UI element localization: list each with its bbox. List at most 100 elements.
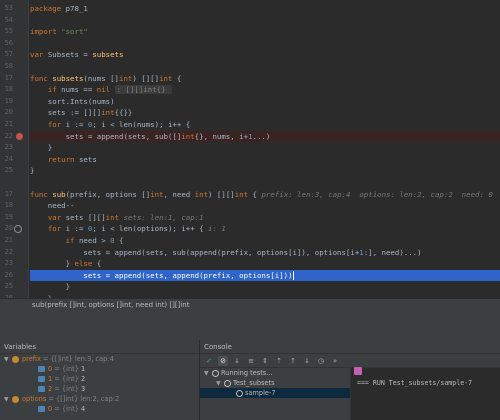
- collapse-all-icon[interactable]: ⇡: [274, 356, 284, 366]
- code-token: {: [114, 236, 124, 245]
- variable-row[interactable]: ▼ prefix = {[]int} len:3, cap:4: [0, 354, 199, 364]
- code-token: append: [172, 270, 200, 280]
- line-number: 22: [4, 247, 13, 256]
- debug-step-icon[interactable]: [14, 225, 22, 234]
- code-line[interactable]: } else {: [30, 258, 500, 269]
- code-line[interactable]: return sets: [30, 154, 500, 165]
- next-failed-icon[interactable]: ↓: [302, 356, 312, 366]
- test-running-icon: [224, 379, 231, 387]
- code-line[interactable]: [30, 177, 500, 188]
- code-token: need >: [78, 236, 111, 245]
- code-token: int: [181, 131, 195, 141]
- stop-icon[interactable]: ⊘: [218, 355, 228, 366]
- code-token: :], need)...): [363, 247, 422, 257]
- editor-gutter[interactable]: 53 54 55 56 57 58 17 18 19 20 21 22 23 24 25 17 18 19 20 21…: [0, 0, 28, 298]
- code-line[interactable]: sets = append(sets, sub(append(prefix, o…: [30, 247, 500, 258]
- code-token: p78_1: [65, 4, 88, 13]
- code-token: append: [114, 270, 142, 280]
- code-token: int: [105, 212, 124, 222]
- test-tree[interactable]: ▼ Running tests... ▼ Test_subsets sample-7: [200, 368, 350, 420]
- console-tab[interactable]: Console: [200, 340, 500, 354]
- variables-tree[interactable]: ▼ prefix = {[]int} len:3, cap:4 0 = {int} …: [0, 354, 199, 414]
- line-number: 20: [4, 224, 13, 233]
- code-token: subsets: [92, 50, 124, 60]
- function-signature-hint: sub(prefix []int, options []int, need in…: [0, 298, 500, 312]
- expand-all-icon[interactable]: ⇕: [260, 356, 270, 366]
- console-output[interactable]: === RUN Test_subsets/sample-7: [350, 368, 500, 420]
- line-number: 19: [4, 212, 13, 221]
- code-token: int: [150, 189, 164, 199]
- variable-row[interactable]: 0 = {int} 4: [0, 404, 199, 414]
- code-line[interactable]: sort.Ints(nums): [30, 96, 500, 107]
- test-tree-item[interactable]: sample-7: [200, 388, 350, 398]
- variable-row[interactable]: 0 = {int} 1: [0, 364, 199, 374]
- code-token: sets = append(sets, sub([]: [30, 131, 182, 141]
- variable-row[interactable]: 2 = {int} 3: [0, 384, 199, 394]
- code-line[interactable]: import "sort": [30, 26, 500, 37]
- code-line[interactable]: sets = append(sets, append(prefix, optio…: [30, 269, 500, 281]
- code-line[interactable]: for i := 0; i < len(nums); i++ {: [30, 119, 500, 130]
- code-line[interactable]: }: [30, 142, 500, 153]
- code-line[interactable]: need--: [30, 200, 500, 211]
- history-icon[interactable]: ◷: [316, 356, 326, 366]
- code-line[interactable]: [30, 38, 500, 49]
- code-token: i: 1: [208, 224, 226, 234]
- chevron-down-icon[interactable]: ▼: [204, 369, 212, 379]
- code-token: }: [30, 282, 71, 292]
- line-number: 26: [4, 270, 13, 279]
- code-line[interactable]: }: [30, 165, 500, 176]
- code-token: if: [47, 85, 62, 95]
- code-token: ...): [252, 131, 271, 141]
- code-token: int: [194, 189, 209, 199]
- line-number: 54: [4, 15, 13, 24]
- line-number: 53: [4, 4, 13, 12]
- test-tree-item[interactable]: ▼ Running tests...: [200, 368, 350, 378]
- variable-field-icon: [38, 366, 45, 372]
- code-token: var: [30, 50, 48, 60]
- code-token: else: [74, 259, 97, 269]
- code-line[interactable]: sets = append(sets, sub([]int{}, nums, i…: [30, 130, 500, 142]
- test-tree-item[interactable]: ▼ Test_subsets: [200, 378, 350, 388]
- code-token: nums ==: [61, 85, 97, 95]
- chevron-down-icon[interactable]: ▼: [216, 379, 224, 389]
- prev-failed-icon[interactable]: ↑: [288, 356, 298, 366]
- variable-row[interactable]: 1 = {int} 2: [0, 374, 199, 384]
- code-token: (prefix, options[i])): [199, 270, 293, 280]
- sort-duration-icon[interactable]: ≡: [246, 356, 256, 366]
- code-line[interactable]: if need > 0 {: [30, 235, 500, 246]
- breakpoint-icon[interactable]: [16, 132, 23, 140]
- line-number: 56: [4, 38, 13, 47]
- code-line[interactable]: [30, 61, 500, 72]
- sort-alpha-icon[interactable]: ↓: [232, 356, 242, 366]
- variable-row[interactable]: ▼ options = {[]int} len:2, cap:2: [0, 394, 199, 404]
- text-caret: [292, 271, 294, 281]
- code-line[interactable]: sets := [][]int{{}}: [30, 107, 500, 118]
- check-icon[interactable]: ✓: [204, 356, 214, 366]
- more-icon[interactable]: »: [330, 356, 340, 366]
- variables-panel[interactable]: Variables ▼ prefix = {[]int} len:3, cap:4…: [0, 340, 200, 420]
- code-line[interactable]: package p78_1: [30, 3, 500, 14]
- code-token: for: [47, 224, 66, 234]
- code-token: }: [30, 143, 53, 153]
- code-token: Subsets =: [47, 50, 93, 60]
- code-line[interactable]: [30, 15, 500, 26]
- variable-type: = {int}: [52, 385, 82, 393]
- line-number: 18: [4, 201, 13, 210]
- code-line[interactable]: for i := 0; i < len(options); i++ { i: 1: [30, 223, 500, 234]
- code-token: sets [][]: [65, 212, 106, 222]
- line-number: 24: [4, 154, 13, 163]
- variable-name: prefix: [22, 355, 41, 363]
- code-token: sets := [][]: [30, 108, 102, 118]
- code-line[interactable]: var Subsets = subsets: [30, 49, 500, 60]
- code-line[interactable]: if nums == nil : [][]int{}: [30, 84, 500, 95]
- variable-value: 1: [81, 365, 86, 373]
- code-line[interactable]: var sets [][]int sets: len:1, cap:1: [30, 212, 500, 223]
- code-editor[interactable]: 53 54 55 56 57 58 17 18 19 20 21 22 23 24 25 17 18 19 20 21…: [0, 0, 500, 298]
- code-line[interactable]: func sub(prefix, options []int, need int…: [30, 189, 500, 200]
- console-panel[interactable]: Console ✓ ⊘ ↓ ≡ ⇕ ⇡ ↑ ↓ ◷ » ▼ Running tes…: [200, 340, 500, 420]
- code-line[interactable]: }: [30, 281, 500, 292]
- code-line[interactable]: func subsets(nums []int) [][]int {: [30, 73, 500, 84]
